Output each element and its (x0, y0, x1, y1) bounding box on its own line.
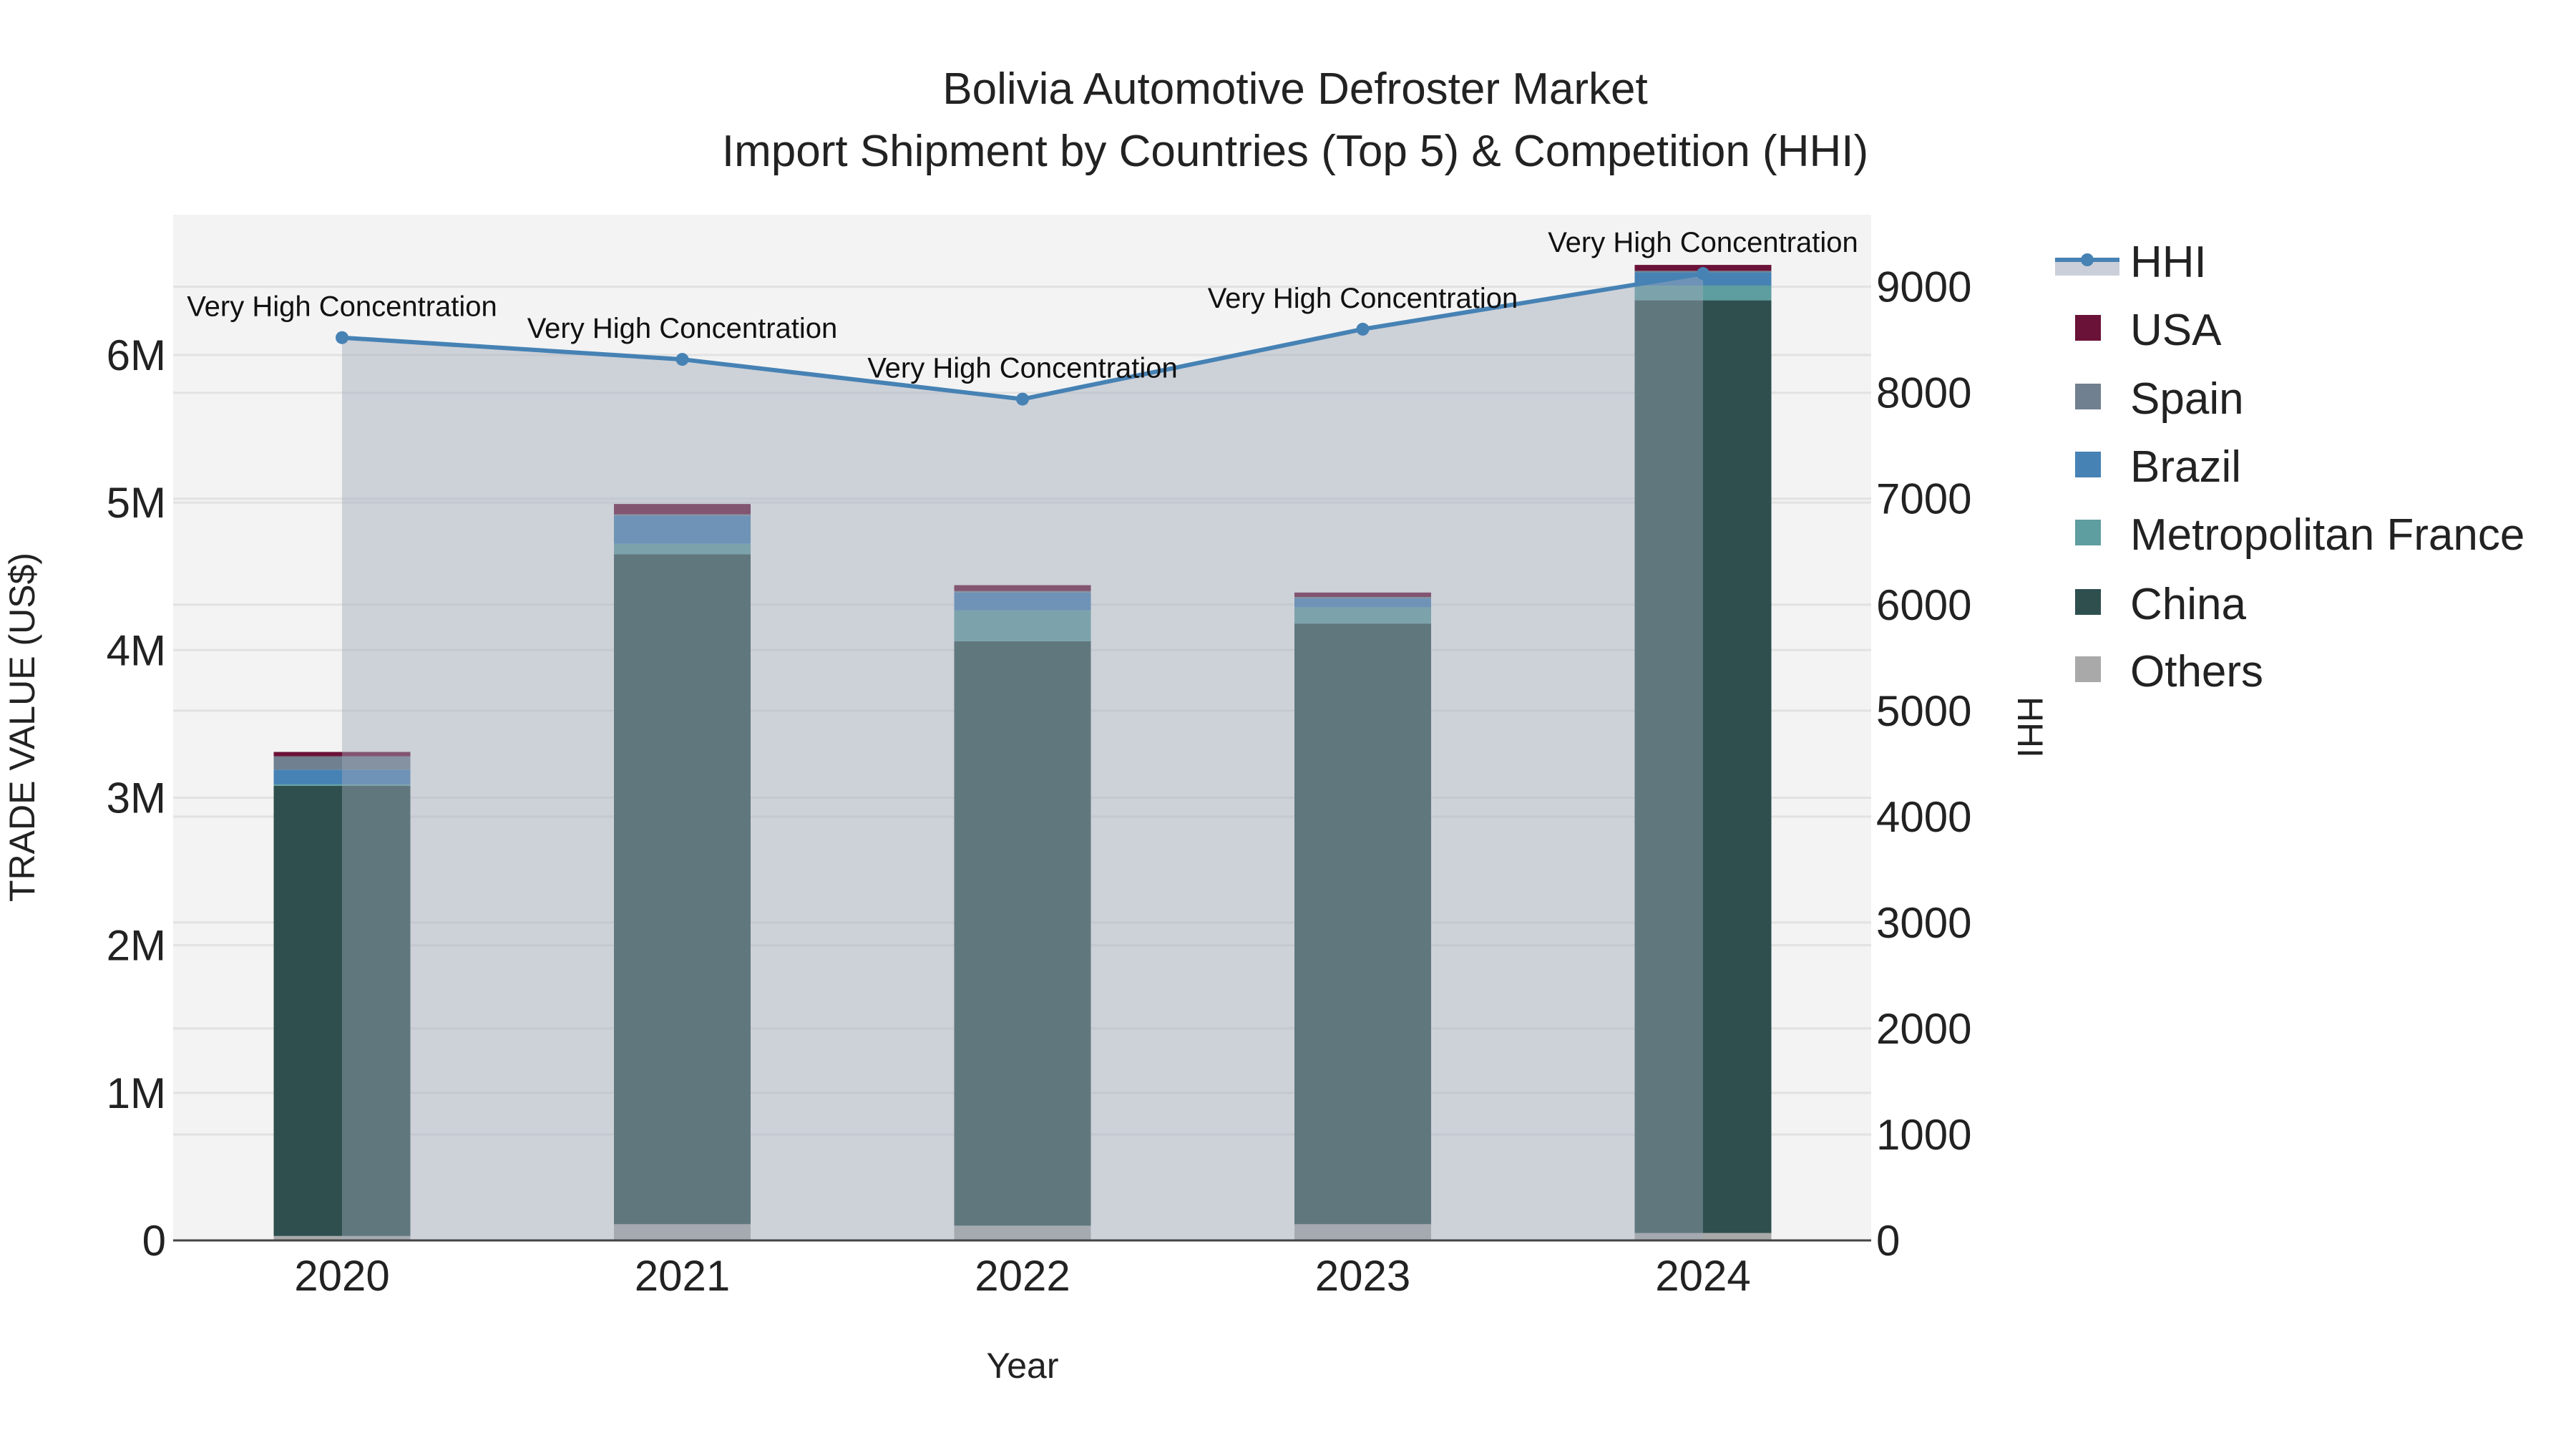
legend-swatch-brazil (2075, 452, 2101, 477)
y-tick-label: 0 (142, 1217, 166, 1265)
legend-label: Spain (2130, 374, 2244, 424)
hhi-area (342, 273, 1703, 1240)
hhi-annotation: Very High Concentration (1548, 227, 1858, 258)
legend-label: Metropolitan France (2130, 510, 2524, 560)
chart-title: Bolivia Automotive Defroster Market (942, 64, 1648, 114)
hhi-annotation: Very High Concentration (187, 291, 497, 323)
y2-tick-label: 6000 (1876, 581, 1971, 629)
y-tick-label: 4M (107, 626, 166, 674)
y-tick-label: 2M (107, 922, 166, 970)
legend-swatch-others (2075, 656, 2101, 682)
y2-tick-label: 7000 (1876, 475, 1971, 523)
legend-label: Others (2130, 647, 2263, 696)
y-tick-label: 1M (107, 1069, 166, 1117)
y-tick-label: 3M (107, 774, 166, 822)
legend-label: HHI (2130, 238, 2207, 287)
y2-tick-label: 0 (1876, 1217, 1900, 1265)
x-tick-label: 2023 (1315, 1252, 1410, 1300)
hhi-layer: Very High Concentration Very High Concent… (187, 227, 1858, 1240)
y2-axis-title: HHI (2010, 696, 2050, 758)
x-tick-label: 2021 (635, 1252, 730, 1300)
legend-swatch-spain (2075, 384, 2101, 409)
y-axis-title: TRADE VALUE (US$) (2, 553, 42, 902)
hhi-point (1356, 322, 1370, 336)
x-tick-label: 2020 (294, 1252, 389, 1300)
y2-tick-label: 4000 (1876, 793, 1971, 841)
hhi-point (1697, 267, 1709, 281)
x-tick-label: 2022 (975, 1252, 1070, 1300)
hhi-annotation: Very High Concentration (527, 313, 838, 344)
y2-tick-label: 2000 (1876, 1005, 1971, 1053)
hhi-annotation: Very High Concentration (1208, 283, 1518, 314)
y2-tick-label: 5000 (1876, 687, 1971, 735)
hhi-point (336, 331, 348, 344)
x-axis-title: Year (986, 1346, 1058, 1386)
legend-swatch-usa (2075, 315, 2101, 341)
hhi-point (675, 353, 689, 366)
legend: HHI USA Spain Brazil Metropolitan France Chin… (2055, 238, 2524, 696)
x-tick-label: 2024 (1655, 1252, 1750, 1300)
y2-tick-label: 8000 (1876, 369, 1971, 417)
chart: Very High Concentration Very High Concent… (2, 64, 2524, 1386)
hhi-annotation: Very High Concentration (867, 353, 1178, 384)
legend-swatch-hhi-point (2081, 253, 2094, 266)
legend-label: Brazil (2130, 442, 2241, 492)
y2-tick-label: 3000 (1876, 899, 1971, 947)
chart-subtitle: Import Shipment by Countries (Top 5) & C… (722, 127, 1868, 176)
hhi-point (1016, 392, 1029, 406)
y-tick-label: 5M (107, 479, 166, 527)
y2-tick-label: 1000 (1876, 1111, 1971, 1159)
legend-swatch-china (2075, 589, 2101, 615)
y2-tick-label: 9000 (1876, 263, 1971, 311)
legend-label: USA (2130, 306, 2222, 355)
y-tick-label: 6M (107, 331, 166, 379)
legend-label: China (2130, 580, 2247, 629)
legend-swatch-metropolitan-france (2075, 520, 2101, 545)
